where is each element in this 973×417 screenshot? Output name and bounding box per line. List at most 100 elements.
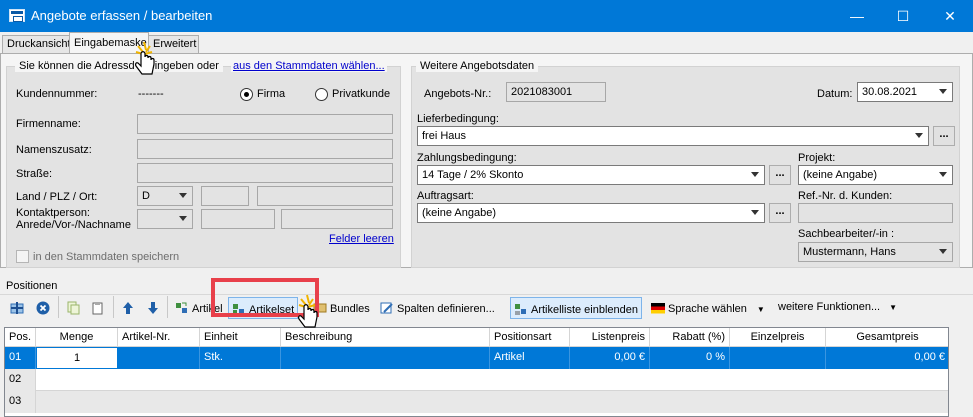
table-row[interactable]: 03 xyxy=(5,391,948,413)
zahlungsbedingung-select[interactable]: 14 Tage / 2% Skonto xyxy=(417,165,765,185)
stammdaten-link[interactable]: aus den Stammdaten wählen... xyxy=(231,60,387,72)
auftragsart-select[interactable]: (keine Angabe) xyxy=(417,203,765,223)
artikelliste-label: Artikelliste einblenden xyxy=(531,304,639,316)
plz-field[interactable] xyxy=(201,186,249,206)
projekt-value: (keine Angabe) xyxy=(803,169,877,181)
delete-icon xyxy=(36,301,50,315)
column-header[interactable]: Menge xyxy=(36,328,118,347)
lieferbedingung-value: frei Haus xyxy=(422,130,467,142)
lieferbedingung-select[interactable]: frei Haus xyxy=(417,126,929,146)
paste-button[interactable] xyxy=(88,297,111,319)
anrede-select[interactable] xyxy=(137,209,193,229)
column-header[interactable]: Listenpreis xyxy=(570,328,650,347)
datum-value: 30.08.2021 xyxy=(862,86,918,98)
vorname-field[interactable] xyxy=(201,209,275,229)
datum-picker[interactable]: 30.08.2021 xyxy=(857,82,953,102)
window-title: Angebote erfassen / bearbeiten xyxy=(31,8,213,23)
cell-pos[interactable]: 02 xyxy=(5,369,36,391)
hand-cursor-icon xyxy=(135,41,155,75)
projekt-label: Projekt: xyxy=(798,152,836,164)
weitere-funktionen-label: weitere Funktionen... xyxy=(778,301,881,313)
kundennummer-value: ------- xyxy=(138,88,164,100)
firmenname-field[interactable] xyxy=(137,114,393,134)
save-stammdaten-checkbox[interactable] xyxy=(16,250,29,263)
cell-positionsart[interactable]: Artikel xyxy=(490,347,570,369)
cell-gesamtpreis[interactable]: 0,00 € xyxy=(826,347,948,369)
firmenname-label: Firmenname: xyxy=(16,118,81,130)
column-header[interactable]: Positionsart xyxy=(490,328,570,347)
positions-table[interactable]: Pos. Menge Artikel-Nr. Einheit Beschreib… xyxy=(4,327,949,417)
table-row[interactable]: 02 xyxy=(5,369,948,391)
privatkunde-radio-label: Privatkunde xyxy=(332,88,391,100)
cell-pos[interactable]: 01 xyxy=(5,347,36,369)
chevron-down-icon xyxy=(751,172,759,177)
weitere-funktionen-button[interactable]: weitere Funktionen... ▼ xyxy=(775,297,900,319)
positionen-label: Positionen xyxy=(6,280,58,292)
minimize-button[interactable]: — xyxy=(834,0,880,32)
address-group: Sie können die Adressd eingeben oder aus … xyxy=(6,60,401,268)
address-group-title: Sie können die Adressd eingeben oder xyxy=(15,60,223,72)
auftragsart-more-button[interactable]: ... xyxy=(769,203,791,223)
cell-beschreibung[interactable] xyxy=(281,347,490,369)
dropdown-arrow-icon: ▼ xyxy=(756,305,765,314)
nachname-field[interactable] xyxy=(281,209,393,229)
artikelliste-icon xyxy=(515,304,526,315)
maximize-button[interactable]: ☐ xyxy=(880,0,926,32)
toolbar-separator xyxy=(58,296,59,318)
strasse-field[interactable] xyxy=(137,163,393,183)
cell-rabatt[interactable]: 0 % xyxy=(650,347,730,369)
offer-group: Weitere Angebotsdaten Angebots-Nr.: 2021… xyxy=(411,60,960,268)
copy-button[interactable] xyxy=(63,297,86,319)
column-header[interactable]: Rabatt (%) xyxy=(650,328,730,347)
move-up-button[interactable] xyxy=(118,297,141,319)
angebots-nr-field[interactable]: 2021083001 xyxy=(506,82,606,102)
cell-einheit[interactable]: Stk. xyxy=(200,347,281,369)
offer-group-title: Weitere Angebotsdaten xyxy=(416,60,539,72)
land-value: D xyxy=(142,190,150,202)
chevron-down-icon xyxy=(939,89,947,94)
strasse-label: Straße: xyxy=(16,168,53,180)
column-header[interactable]: Pos. xyxy=(5,328,36,347)
kontaktperson-label: Kontaktperson: xyxy=(16,207,90,219)
namenszusatz-label: Namenszusatz: xyxy=(16,144,92,156)
namenszusatz-field[interactable] xyxy=(137,139,393,159)
column-header[interactable]: Einzelpreis xyxy=(730,328,826,347)
column-header[interactable]: Gesamtpreis xyxy=(826,328,948,347)
cell-artikelnr[interactable] xyxy=(118,347,200,369)
copy-icon xyxy=(67,301,80,315)
close-button[interactable]: ✕ xyxy=(927,0,973,32)
column-header[interactable]: Einheit xyxy=(200,328,281,347)
column-header[interactable]: Artikel-Nr. xyxy=(118,328,200,347)
delete-position-button[interactable] xyxy=(33,297,56,319)
chevron-down-icon xyxy=(179,193,187,198)
firma-radio[interactable] xyxy=(240,88,253,101)
ort-field[interactable] xyxy=(257,186,393,206)
edit-columns-icon xyxy=(380,302,393,314)
projekt-select[interactable]: (keine Angabe) xyxy=(798,165,953,185)
table-row[interactable]: 01 1 Stk. Artikel 0,00 € 0 % 0,00 € xyxy=(5,347,948,369)
land-plz-ort-label: Land / PLZ / Ort: xyxy=(16,191,98,203)
felder-leeren-link[interactable]: Felder leeren xyxy=(329,233,394,245)
sachbearbeiter-select[interactable]: Mustermann, Hans xyxy=(798,242,953,262)
land-select[interactable]: D xyxy=(137,186,193,206)
german-flag-icon xyxy=(651,303,665,314)
ref-nr-field[interactable] xyxy=(798,203,953,223)
zahlungsbedingung-more-button[interactable]: ... xyxy=(769,165,791,185)
privatkunde-radio[interactable] xyxy=(315,88,328,101)
add-position-button[interactable] xyxy=(7,297,30,319)
anrede-label: Anrede/Vor-/Nachname xyxy=(16,219,131,231)
sprache-waehlen-button[interactable]: Sprache wählen ▼ xyxy=(648,297,768,319)
artikelliste-einblenden-button[interactable]: Artikelliste einblenden xyxy=(510,297,643,319)
spalten-definieren-button[interactable]: Spalten definieren... xyxy=(377,297,498,319)
lieferbedingung-more-button[interactable]: ... xyxy=(933,126,955,146)
cell-menge[interactable]: 1 xyxy=(36,347,118,369)
sachbearbeiter-value: Mustermann, Hans xyxy=(803,246,896,258)
move-down-button[interactable] xyxy=(143,297,166,319)
cell-listenpreis[interactable]: 0,00 € xyxy=(570,347,650,369)
cell-pos[interactable]: 03 xyxy=(5,391,36,413)
cell-einzelpreis[interactable] xyxy=(730,347,826,369)
datum-label: Datum: xyxy=(817,88,853,100)
tab-druckansicht[interactable]: Druckansicht xyxy=(2,35,71,53)
app-icon xyxy=(9,9,25,22)
save-stammdaten-label: in den Stammdaten speichern xyxy=(33,251,180,263)
